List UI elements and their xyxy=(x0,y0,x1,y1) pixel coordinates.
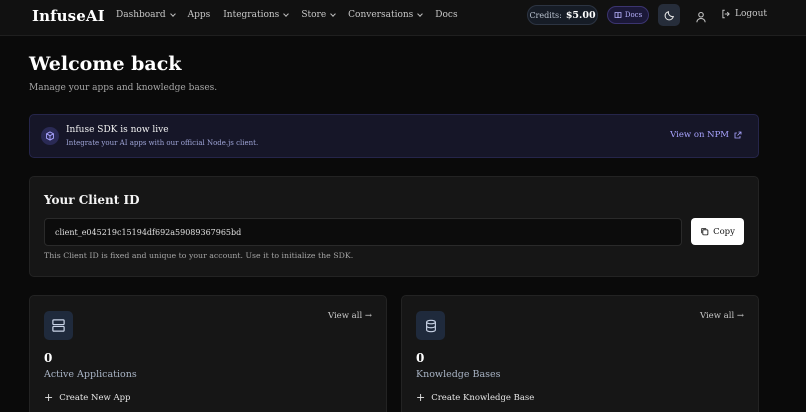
nav-conversations[interactable]: Conversations xyxy=(348,10,424,20)
apps-count: 0 xyxy=(44,351,53,365)
page-subtitle: Manage your apps and knowledge bases. xyxy=(29,83,218,93)
top-nav: InfuseAI Dashboard Apps Integrations Sto… xyxy=(0,0,806,36)
create-new-app-label: Create New App xyxy=(59,393,131,403)
create-new-app-button[interactable]: + Create New App xyxy=(44,391,131,404)
logout-label: Logout xyxy=(735,9,767,19)
database-icon xyxy=(416,311,445,340)
view-on-npm-link[interactable]: View on NPM xyxy=(670,130,742,140)
user-icon xyxy=(696,11,706,23)
docs-button[interactable]: Docs xyxy=(607,6,649,24)
nav-integrations-label: Integrations xyxy=(223,10,280,20)
active-applications-card: View all → 0 Active Applications + Creat… xyxy=(29,295,387,412)
chevron-down-icon xyxy=(417,10,424,17)
client-id-title: Your Client ID xyxy=(44,193,140,207)
chevron-down-icon xyxy=(330,10,336,17)
nav-integrations[interactable]: Integrations xyxy=(223,10,290,20)
brand-logo[interactable]: InfuseAI xyxy=(32,7,105,25)
chevron-down-icon xyxy=(169,10,176,17)
view-on-npm-label: View on NPM xyxy=(670,130,729,140)
create-knowledge-base-button[interactable]: + Create Knowledge Base xyxy=(416,391,535,404)
page-title: Welcome back xyxy=(29,53,182,75)
nav-apps-label: Apps xyxy=(187,10,211,20)
chevron-down-icon xyxy=(283,10,290,17)
credits-value: $5.00 xyxy=(565,9,596,21)
client-id-field[interactable] xyxy=(44,218,682,246)
logout-button[interactable]: Logout xyxy=(721,9,767,19)
nav-dashboard-label: Dashboard xyxy=(116,10,166,20)
user-profile-button[interactable] xyxy=(695,8,707,27)
package-icon xyxy=(41,127,59,145)
create-knowledge-base-label: Create Knowledge Base xyxy=(431,393,535,403)
copy-button-label: Copy xyxy=(713,226,735,237)
docs-button-label: Docs xyxy=(624,11,643,19)
kb-label: Knowledge Bases xyxy=(416,369,501,380)
client-id-note: This Client ID is fixed and unique to yo… xyxy=(44,251,354,260)
knowledge-bases-card: View all → 0 Knowledge Bases + Create Kn… xyxy=(401,295,759,412)
nav-docs[interactable]: Docs xyxy=(435,10,457,20)
copy-icon xyxy=(701,228,709,236)
nav-store-label: Store xyxy=(301,10,327,20)
external-link-icon xyxy=(734,131,742,139)
plus-icon: + xyxy=(44,391,54,404)
nav-store[interactable]: Store xyxy=(301,10,336,20)
sdk-announcement-banner: Infuse SDK is now live Integrate your AI… xyxy=(29,114,759,158)
nav-dashboard[interactable]: Dashboard xyxy=(116,10,176,20)
nav-apps[interactable]: Apps xyxy=(188,10,211,20)
credits-label: Credits: xyxy=(529,10,562,20)
nav-conversations-label: Conversations xyxy=(348,10,414,20)
kb-count: 0 xyxy=(416,351,425,365)
banner-subtitle: Integrate your AI apps with our official… xyxy=(66,139,259,147)
nav-links: Dashboard Apps Integrations Store Conver… xyxy=(116,10,471,20)
theme-toggle-button[interactable] xyxy=(658,4,680,26)
moon-icon xyxy=(664,10,674,20)
copy-button[interactable]: Copy xyxy=(691,218,744,245)
client-id-card: Your Client ID Copy This Client ID is fi… xyxy=(29,176,759,277)
logout-icon xyxy=(722,9,730,19)
credits-badge[interactable]: Credits: $5.00 xyxy=(527,5,598,25)
apps-view-all-link[interactable]: View all → xyxy=(328,311,372,321)
banner-title: Infuse SDK is now live xyxy=(66,125,169,135)
apps-label: Active Applications xyxy=(44,369,137,380)
server-icon xyxy=(44,311,73,340)
book-icon xyxy=(614,12,622,19)
nav-docs-label: Docs xyxy=(435,10,458,20)
plus-icon: + xyxy=(416,391,426,404)
kb-view-all-link[interactable]: View all → xyxy=(700,311,744,321)
